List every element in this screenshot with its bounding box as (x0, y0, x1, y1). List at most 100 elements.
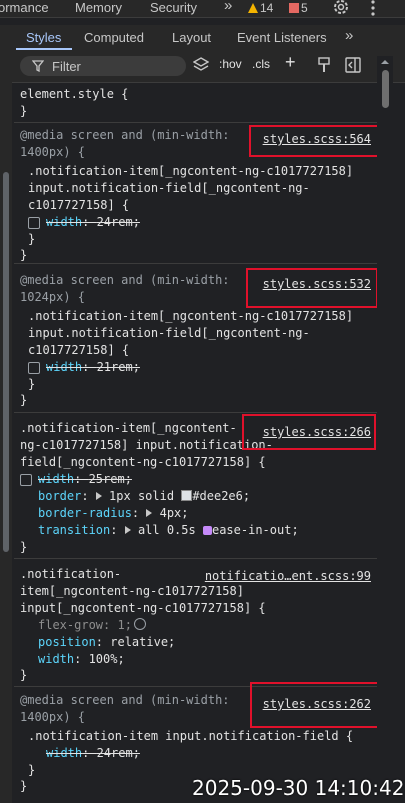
property-name: position (38, 635, 96, 649)
rule-selector[interactable]: c1017727158] { (28, 197, 129, 214)
property-value: 25rem (88, 472, 125, 486)
property-declaration[interactable]: position: relative; (38, 634, 175, 651)
property-name: width (46, 215, 83, 229)
settings-gear-icon[interactable] (332, 0, 350, 19)
property-checkbox[interactable] (20, 474, 32, 486)
property-declaration[interactable]: width: 21rem; (46, 359, 140, 376)
screenshot-timestamp: 2025-09-30 14:10:42 (192, 776, 405, 800)
property-checkbox[interactable] (28, 217, 40, 229)
rule-close-brace: } (28, 377, 36, 391)
highlight-box (242, 414, 376, 450)
class-toggle-button[interactable]: .cls (252, 57, 270, 71)
property-declaration[interactable]: width: 24rem; (46, 745, 140, 762)
more-options-icon[interactable] (369, 0, 377, 19)
property-declaration[interactable]: width: 24rem; (46, 214, 140, 231)
tab-computed[interactable]: Computed (84, 30, 144, 45)
element-style-rule: element.style { } (14, 82, 377, 123)
tab-memory[interactable]: Memory (75, 0, 122, 16)
left-scroll-thumb[interactable] (3, 172, 9, 552)
paint-brush-icon[interactable] (317, 57, 331, 76)
property-checkbox[interactable] (28, 362, 40, 374)
property-declaration[interactable]: transition: all 0.5s ease-in-out; (38, 522, 299, 539)
rule-close-brace: } (28, 763, 36, 777)
property-name: width (38, 652, 75, 666)
easing-value: ease-in-out (211, 523, 292, 537)
rule-close-brace: } (28, 232, 36, 246)
errors-count: 5 (301, 1, 308, 15)
scrollbar-thumb[interactable] (382, 70, 389, 108)
info-icon[interactable] (133, 618, 146, 630)
media-query: @media screen and (min-width: (20, 128, 230, 142)
rule-selector[interactable]: c1017727158] { (28, 342, 129, 359)
filter-input[interactable]: Filter (20, 56, 186, 76)
property-value: all 0.5s (137, 523, 196, 537)
rule-selector[interactable]: item[_ngcontent-ng-c1017727158] (20, 583, 244, 600)
rule-selector[interactable]: input.notification-field[_ngcontent-ng- (28, 325, 310, 342)
media-query: @media screen and (min-width: (20, 693, 230, 707)
filter-funnel-icon (31, 60, 45, 75)
easing-editor-icon[interactable] (202, 526, 212, 535)
styles-toolbar: Filter :hov .cls + (0, 51, 405, 83)
property-declaration[interactable]: flex-grow: 1; (38, 617, 146, 634)
rule-selector[interactable]: .notification- (20, 566, 121, 583)
tab-event-listeners[interactable]: Event Listeners (237, 30, 327, 45)
highlight-box (246, 268, 377, 308)
property-name: border (38, 489, 82, 503)
tab-styles[interactable]: Styles (26, 30, 61, 45)
rule-selector[interactable]: field[_ngcontent-ng-c1017727158] { (20, 454, 266, 471)
rule-selector[interactable]: .notification-item[_ngcontent-ng-c101772… (28, 163, 353, 180)
style-rule: .notification-item[_ngcontent- ng-c10177… (14, 414, 377, 559)
sidebar-toggle-icon[interactable] (345, 57, 361, 76)
expand-triangle-icon[interactable] (124, 526, 131, 534)
media-query: 1024px) { (20, 290, 86, 304)
color-value: #dee2e6 (192, 489, 243, 503)
warning-icon (248, 3, 258, 13)
property-declaration[interactable]: border-radius: 4px; (38, 505, 189, 522)
style-rule: @media screen and (min-width: 1024px) { … (14, 268, 377, 413)
style-rule: .notification- item[_ngcontent-ng-c10177… (14, 562, 377, 687)
tab-security[interactable]: Security (150, 0, 197, 16)
property-declaration[interactable]: width: 25rem; (38, 471, 132, 488)
source-link[interactable]: notificatio…ent.scss:99 (205, 568, 371, 585)
rule-close-brace: } (20, 668, 28, 682)
style-rule: @media screen and (min-width: 1400px) { … (14, 123, 377, 264)
more-tabs-icon[interactable]: » (224, 0, 232, 14)
property-value: 4px (159, 506, 182, 520)
media-close-brace: } (20, 248, 28, 262)
media-close-brace: } (20, 779, 28, 793)
new-rule-button[interactable]: + (285, 52, 296, 73)
scroll-up-arrow-icon[interactable] (377, 57, 393, 67)
expand-triangle-icon[interactable] (95, 492, 102, 500)
layers-icon[interactable] (192, 57, 210, 76)
styles-scrollbar[interactable] (377, 56, 393, 803)
property-value: relative (110, 635, 169, 649)
hover-state-button[interactable]: :hov (219, 57, 242, 71)
warnings-badge[interactable]: 14 (248, 0, 273, 16)
property-value: 21rem (96, 360, 133, 374)
rule-selector[interactable]: input.notification-field[_ngcontent-ng- (28, 180, 310, 197)
highlight-box (249, 125, 377, 157)
property-value: 1px solid (109, 489, 175, 503)
more-subtabs-icon[interactable]: » (345, 27, 353, 44)
color-swatch-icon[interactable] (181, 490, 193, 501)
property-value: 1 (117, 618, 125, 632)
media-close-brace: } (20, 393, 28, 407)
element-style-selector[interactable]: element.style { (20, 86, 128, 103)
property-name: width (46, 360, 83, 374)
highlight-box (250, 682, 377, 728)
property-name: transition (38, 523, 111, 537)
expand-triangle-icon[interactable] (146, 509, 153, 517)
tab-layout[interactable]: Layout (172, 30, 211, 45)
property-declaration[interactable]: width: 100%; (38, 651, 125, 668)
media-query: 1400px) { (20, 710, 86, 724)
rule-selector[interactable]: .notification-item input.notification-fi… (28, 728, 353, 745)
left-scroll-strip (0, 82, 12, 803)
rule-selector[interactable]: .notification-item[_ngcontent- (20, 420, 237, 437)
errors-badge[interactable]: 5 (289, 0, 308, 16)
rule-selector[interactable]: ng-c1017727158] input.notification- (20, 437, 273, 454)
tab-performance[interactable]: ormance (0, 0, 49, 16)
rule-selector[interactable]: .notification-item[_ngcontent-ng-c101772… (28, 308, 353, 325)
rule-selector[interactable]: input[_ngcontent-ng-c1017727158] { (20, 600, 266, 617)
property-name: width (46, 746, 83, 760)
property-declaration[interactable]: border: 1px solid #dee2e6; (38, 488, 250, 505)
